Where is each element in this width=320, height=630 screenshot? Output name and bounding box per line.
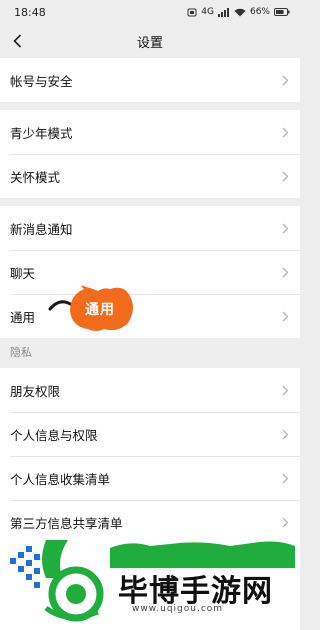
- chevron-right-icon: [282, 517, 289, 527]
- settings-row-label: 个人信息与权限: [10, 427, 98, 443]
- chevron-right-icon: [282, 473, 289, 483]
- watermark-logo-icon: [10, 540, 104, 622]
- page-title: 设置: [136, 35, 163, 51]
- group-gap: [0, 198, 300, 206]
- privacy-group: 朋友权限个人信息与权限 个人信息收集清单 第三方信息共享清单: [0, 368, 300, 544]
- settings-row[interactable]: 通用: [0, 294, 300, 338]
- watermark-url: www.uqigou.com: [132, 604, 224, 614]
- settings-row-label: 关怀模式: [10, 169, 61, 185]
- chevron-right-icon: [282, 75, 289, 85]
- settings-group: 青少年模式 关怀模式: [0, 110, 300, 198]
- back-button[interactable]: [6, 29, 28, 53]
- row-chevron: [282, 222, 290, 234]
- row-chevron: [282, 472, 290, 484]
- wifi-icon: [234, 8, 246, 16]
- settings-row[interactable]: 聊天: [0, 250, 300, 294]
- settings-row[interactable]: 朋友权限: [0, 368, 300, 412]
- chevron-left-icon: [12, 34, 21, 48]
- row-chevron: [282, 384, 290, 396]
- battery-percent: 66%: [249, 7, 270, 17]
- chevron-right-icon: [282, 311, 289, 321]
- chevron-right-icon: [282, 385, 289, 395]
- settings-group: 新消息通知聊天通用: [0, 206, 300, 338]
- settings-list: 帐号与安全青少年模式关怀模式新消息通知聊天通用隐私朋友权限个人信息与权限 个人信息…: [0, 58, 300, 544]
- settings-row-label: 帐号与安全: [10, 73, 73, 89]
- nav-bar: 设置: [0, 24, 300, 58]
- chevron-right-icon: [282, 223, 289, 233]
- settings-row-label: 第三方信息共享清单: [10, 515, 123, 531]
- status-bar: 18:48 4G 66%: [0, 0, 300, 24]
- chevron-right-icon: [282, 171, 289, 181]
- settings-row[interactable]: 帐号与安全: [0, 58, 300, 102]
- row-chevron: [282, 266, 290, 278]
- settings-row[interactable]: 新消息通知: [0, 206, 300, 250]
- nfc-icon: [187, 8, 197, 16]
- status-time: 18:48: [14, 5, 46, 19]
- chevron-right-icon: [282, 127, 289, 137]
- settings-row-label: 新消息通知: [10, 221, 73, 237]
- section-label-privacy: 隐私: [0, 338, 300, 368]
- settings-row-label: 朋友权限: [10, 383, 61, 399]
- chevron-right-icon: [282, 429, 289, 439]
- settings-row-label: 个人信息收集清单: [10, 471, 111, 487]
- battery-icon: [274, 8, 290, 16]
- settings-row-label: 青少年模式: [10, 125, 73, 141]
- signal-icon: [217, 7, 229, 17]
- chevron-right-icon: [282, 267, 289, 277]
- settings-row[interactable]: 关怀模式: [0, 154, 300, 198]
- row-chevron: [282, 310, 290, 322]
- settings-group: 帐号与安全: [0, 58, 300, 102]
- status-icons: 4G 66%: [187, 7, 290, 17]
- row-chevron: [282, 170, 290, 182]
- row-chevron: [282, 74, 290, 86]
- row-chevron: [282, 516, 290, 528]
- settings-row-label: 聊天: [10, 265, 36, 281]
- annotation-label: 通用: [85, 302, 115, 318]
- settings-row-label: 通用: [10, 309, 36, 325]
- settings-row[interactable]: 个人信息与权限: [0, 412, 300, 456]
- settings-row[interactable]: 青少年模式: [0, 110, 300, 154]
- watermark-green-strip: [110, 541, 295, 568]
- settings-row[interactable]: 个人信息收集清单: [0, 456, 300, 500]
- group-gap: [0, 102, 300, 110]
- row-chevron: [282, 428, 290, 440]
- row-chevron: [282, 126, 290, 138]
- network-label: 4G: [201, 7, 214, 17]
